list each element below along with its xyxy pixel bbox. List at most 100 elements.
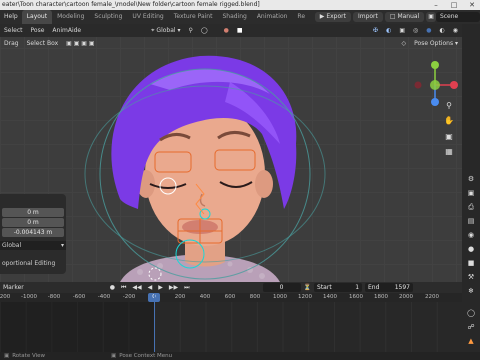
select-mode-dropdown[interactable]: Select Box — [23, 37, 63, 51]
ruler-tick: 200 — [174, 294, 186, 300]
preview-range-icon[interactable]: ⏳ — [301, 283, 314, 292]
ruler-tick: 400 — [199, 294, 211, 300]
constraints-tab-icon[interactable]: ☍ — [466, 322, 476, 332]
jump-end-icon[interactable]: ⏭ — [181, 283, 192, 292]
ruler-tick: 800 — [249, 294, 261, 300]
mirror-x-button[interactable]: ◇ — [398, 37, 411, 51]
close-icon[interactable]: ✕ — [464, 0, 480, 10]
jump-start-icon[interactable]: ⏮ — [118, 283, 129, 292]
scene-browse-icon[interactable]: ▣ — [426, 12, 436, 22]
mouse-left-icon: ▣ — [4, 353, 10, 359]
mouse-right-icon: ▣ — [111, 353, 117, 359]
menu-pose[interactable]: Pose — [27, 24, 49, 38]
timeline-ruler[interactable]: 200 -1000 -800 -600 -400 -200 0 200 400 … — [0, 293, 462, 302]
pose-options-dropdown[interactable]: Pose Options ▾ — [410, 37, 462, 51]
location-y-field[interactable]: 0 m — [2, 218, 64, 227]
manual-button[interactable]: □ Manual — [384, 12, 425, 22]
tool-tab-icon[interactable]: ⚙ — [466, 174, 476, 184]
scene-name-field[interactable]: Scene — [435, 12, 480, 22]
physics-tab-icon[interactable]: ◯ — [466, 308, 476, 318]
ruler-tick: 1800 — [374, 294, 388, 300]
particles-tab-icon[interactable]: ❄ — [466, 286, 476, 296]
3d-viewport[interactable]: Select Pose AnimAide ⌖ Global ▾ ⚲ ◯ ● ■ … — [0, 24, 462, 282]
marker-menu[interactable]: Marker — [0, 283, 27, 292]
shading-toggle-icon[interactable]: ● — [220, 24, 233, 38]
snap-icon[interactable]: ⚲ — [184, 24, 196, 38]
tab-texture-paint[interactable]: Texture Paint — [169, 10, 218, 24]
transform-orientation-dropdown[interactable]: ⌖ Global ▾ — [147, 24, 184, 38]
scene-tab-icon[interactable]: ◉ — [466, 230, 476, 240]
play-icon[interactable]: ▶ — [155, 283, 166, 292]
top-bar: Help Layout Modeling Sculpting UV Editin… — [0, 10, 480, 24]
transform-orientation-label: Global — [156, 26, 176, 34]
ruler-tick: -600 — [72, 294, 86, 300]
camera-view-icon[interactable]: ▣ — [443, 132, 455, 144]
tab-sculpting[interactable]: Sculpting — [89, 10, 127, 24]
data-tab-icon[interactable]: ▲ — [466, 336, 476, 346]
next-key-icon[interactable]: ▶▶ — [166, 283, 181, 292]
modifier-tab-icon[interactable]: ⚒ — [466, 272, 476, 282]
chevron-down-icon: ▾ — [60, 242, 64, 249]
zoom-icon[interactable]: ⚲ — [443, 101, 455, 113]
ruler-tick: 600 — [224, 294, 236, 300]
object-tab-icon[interactable]: ■ — [466, 258, 476, 268]
orientation-dropdown[interactable]: Global ▾ — [0, 241, 66, 250]
pan-hand-icon[interactable]: ✋ — [443, 116, 455, 128]
export-button[interactable]: ▶ Export — [314, 12, 351, 22]
shading-rendered-icon[interactable]: ◉ — [449, 24, 462, 38]
shading-material-icon[interactable]: ◐ — [436, 24, 449, 38]
tab-animation[interactable]: Animation — [252, 10, 293, 24]
orientation-label: Global — [2, 242, 22, 249]
end-label: End — [368, 284, 380, 291]
location-z-field[interactable]: -0.004143 m — [2, 228, 64, 237]
tool-header: Drag Select Box ▣ ▣ ▣ ▣ ◇ Pose Options ▾ — [0, 37, 462, 50]
view-layer-tab-icon[interactable]: ▤ — [466, 216, 476, 226]
current-frame-field[interactable]: 0 — [262, 283, 301, 292]
record-icon[interactable]: ● — [107, 283, 118, 292]
menu-animaide[interactable]: AnimAide — [48, 24, 85, 38]
ruler-tick: -200 — [122, 294, 136, 300]
xray-toggle-icon[interactable]: ▣ — [395, 24, 409, 38]
status-bar: ▣ Rotate View ▣ Pose Context Menu — [0, 352, 480, 360]
tab-rendering[interactable]: Re — [292, 10, 310, 24]
render-tab-icon[interactable]: ▣ — [466, 188, 476, 198]
output-tab-icon[interactable]: ⎙ — [466, 202, 476, 212]
menu-select[interactable]: Select — [0, 24, 27, 38]
timeline-body[interactable] — [0, 293, 462, 352]
ruler-tick: 1400 — [323, 294, 337, 300]
world-tab-icon[interactable]: ● — [466, 244, 476, 254]
shading-wire-icon[interactable]: ◎ — [409, 24, 422, 38]
playhead-line — [154, 293, 155, 352]
export-label: Export — [326, 13, 346, 20]
color-swatch-icon[interactable]: ■ — [233, 24, 247, 38]
play-reverse-icon[interactable]: ◀ — [145, 283, 156, 292]
start-frame-field[interactable]: Start 1 — [314, 283, 363, 292]
tab-shading[interactable]: Shading — [217, 10, 251, 24]
import-label: Import — [357, 13, 378, 20]
end-frame-field[interactable]: End 1597 — [365, 283, 414, 292]
prev-key-icon[interactable]: ◀◀ — [129, 283, 144, 292]
ruler-tick: -1000 — [21, 294, 37, 300]
minimize-icon[interactable]: – — [428, 0, 444, 10]
ruler-tick: 200 — [0, 294, 11, 300]
select-mode-icons[interactable]: ▣ ▣ ▣ ▣ — [62, 37, 98, 51]
out-of-range-shade — [0, 302, 154, 352]
ruler-tick: -400 — [97, 294, 111, 300]
shading-solid-icon[interactable]: ● — [422, 24, 435, 38]
gizmo-toggle-icon[interactable]: ✠ — [369, 24, 382, 38]
tab-modeling[interactable]: Modeling — [52, 10, 89, 24]
status-left-hint: Rotate View — [12, 353, 46, 359]
tab-uv-editing[interactable]: UV Editing — [127, 10, 168, 24]
ruler-tick: -800 — [47, 294, 61, 300]
timeline-header: Marker ● ⏮ ◀◀ ◀ ▶ ▶▶ ⏭ 0 ⏳ Start 1 End 1… — [0, 282, 462, 293]
viewport-header: Select Pose AnimAide ⌖ Global ▾ ⚲ ◯ ● ■ … — [0, 24, 462, 37]
location-x-field[interactable]: 0 m — [2, 208, 64, 217]
proportional-icon[interactable]: ◯ — [197, 24, 212, 38]
maximize-icon[interactable]: □ — [446, 0, 462, 10]
perspective-grid-icon[interactable]: ▦ — [443, 147, 455, 159]
pose-options-label: Pose Options — [414, 39, 454, 47]
menu-help[interactable]: Help — [0, 10, 22, 24]
import-button[interactable]: Import — [352, 12, 383, 22]
overlay-toggle-icon[interactable]: ◐ — [382, 24, 395, 38]
tab-layout[interactable]: Layout — [21, 10, 53, 24]
